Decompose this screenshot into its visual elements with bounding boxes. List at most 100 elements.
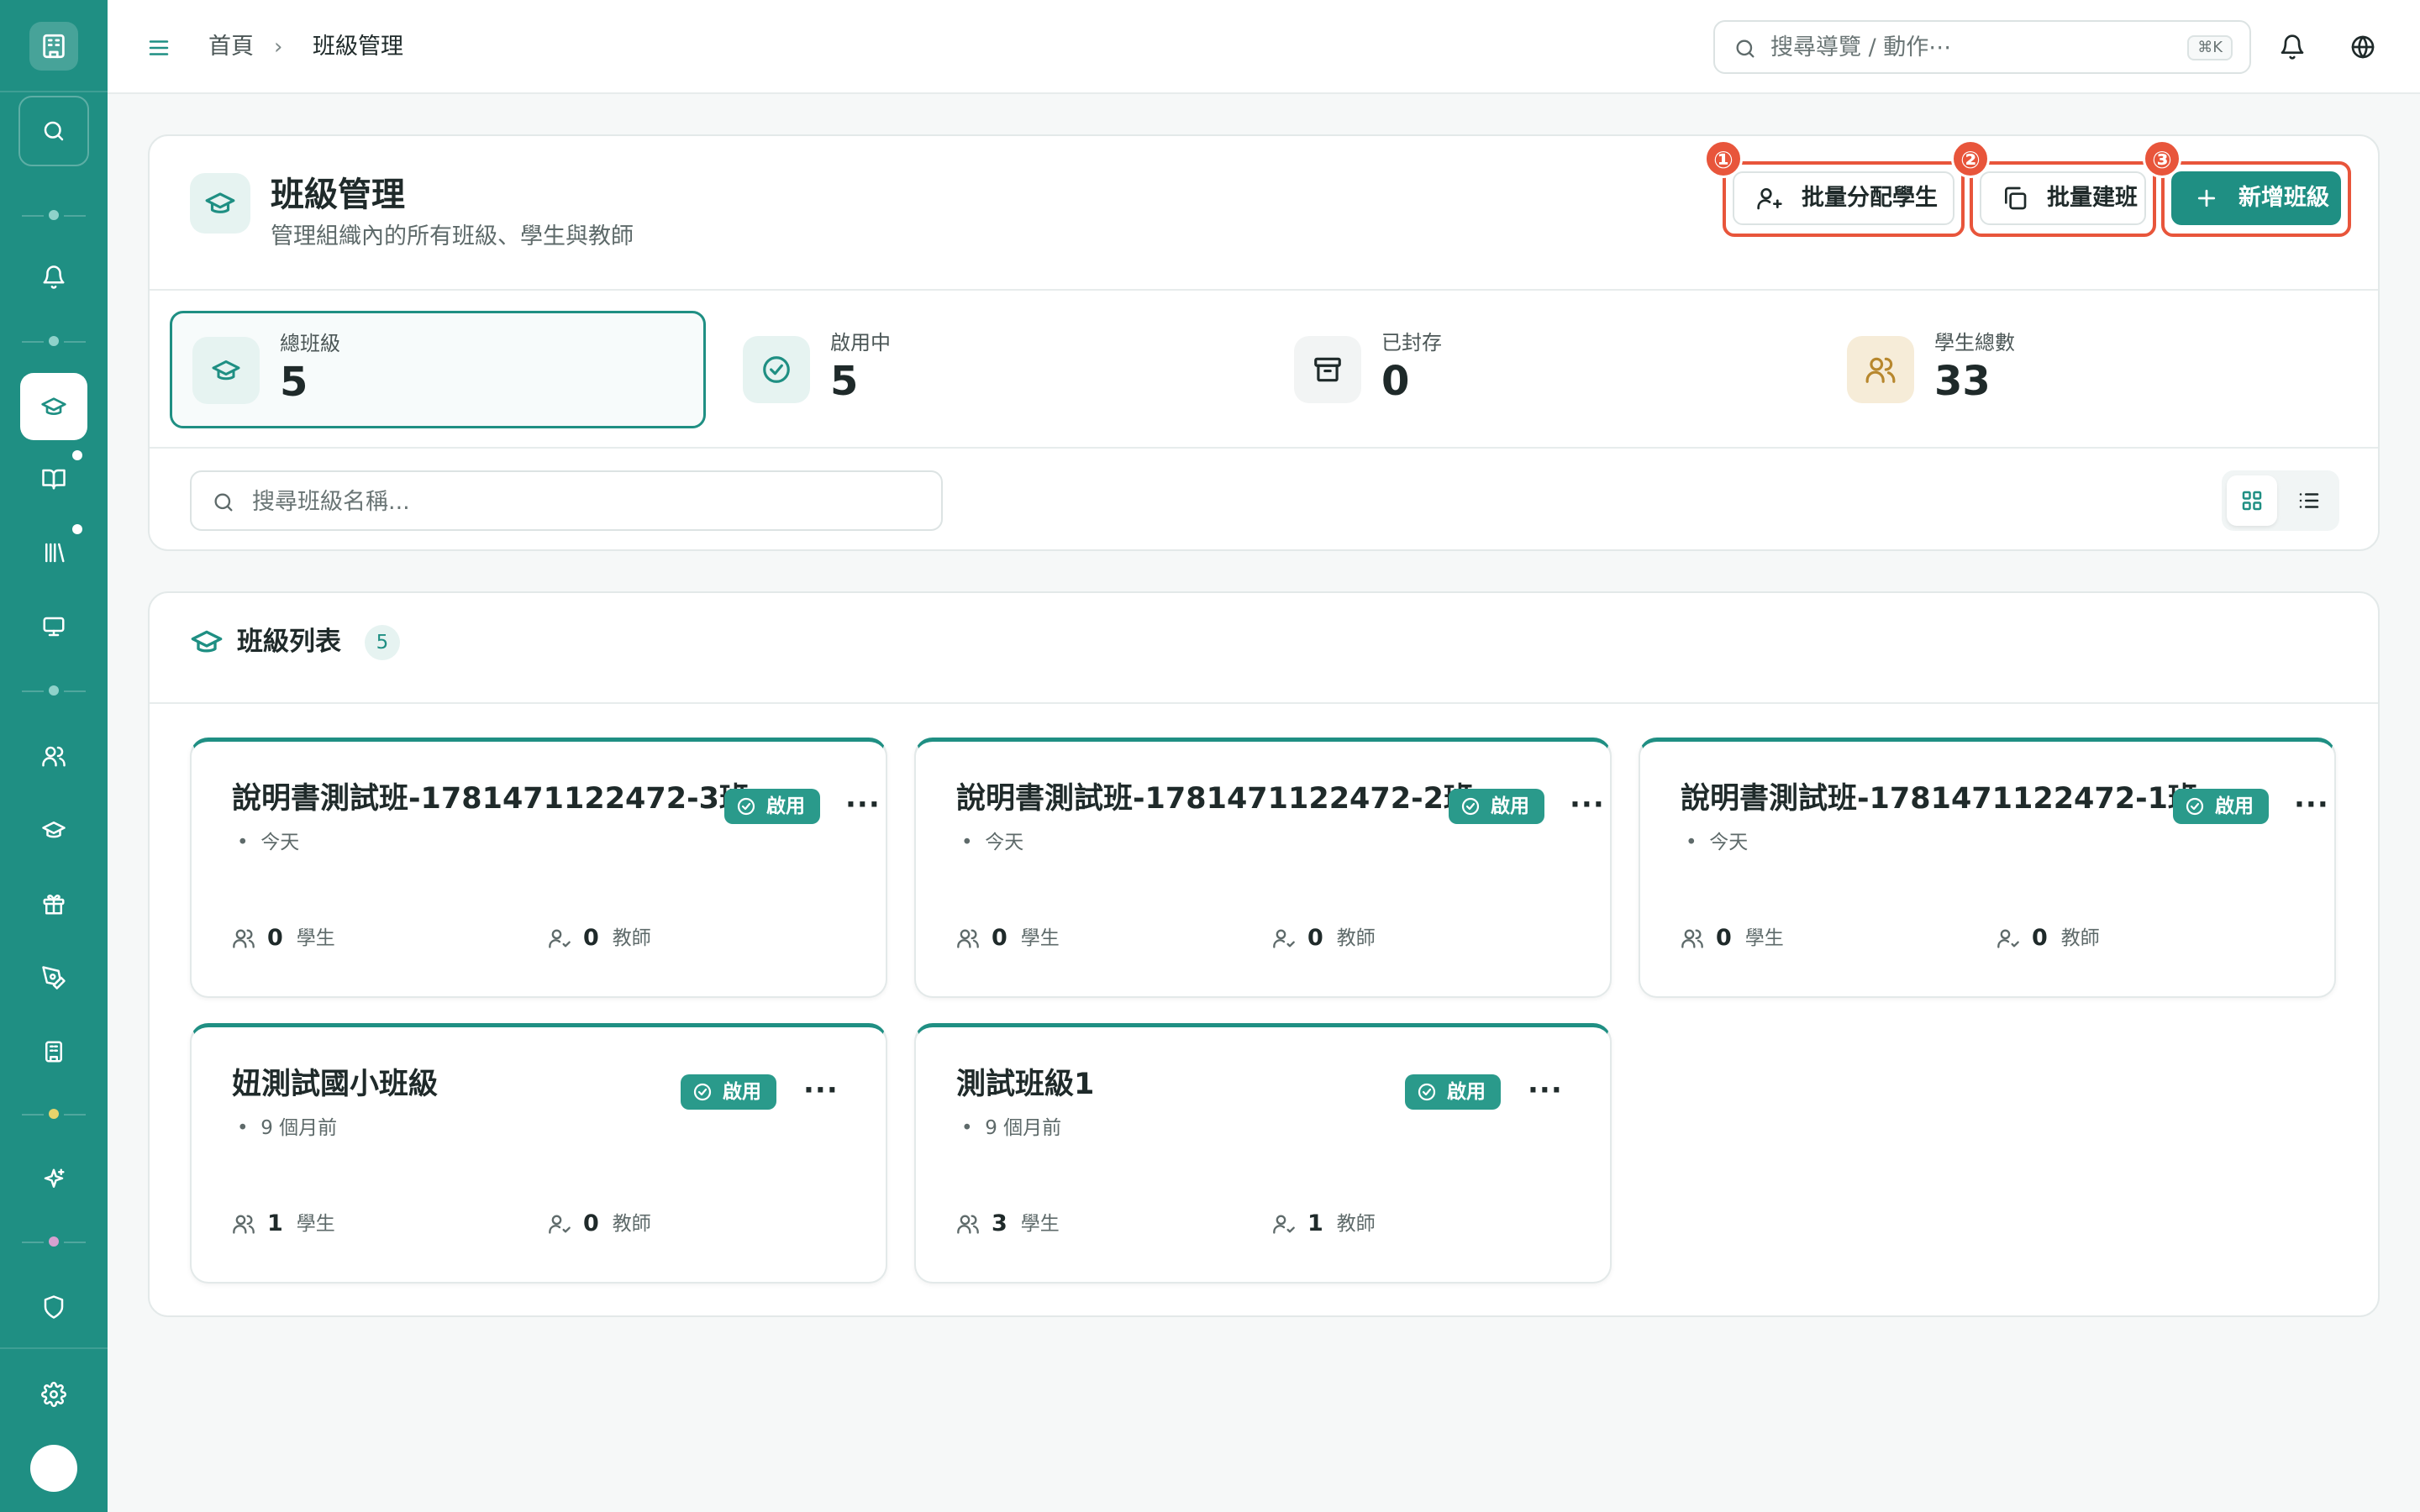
users-icon [1847, 336, 1914, 403]
student-count: 0 學生 [956, 925, 1060, 952]
status-badge-label: 啟用 [1447, 1081, 1486, 1103]
sidebar-item-users[interactable] [20, 722, 87, 790]
sidebar-item-organization[interactable] [20, 1018, 87, 1085]
avatar[interactable] [30, 1445, 77, 1492]
more-options-button[interactable]: ··· [2294, 790, 2329, 819]
sidebar-item-security[interactable] [20, 1273, 87, 1341]
global-search-input[interactable]: 搜尋導覽 / 動作⋯ ⌘K [1713, 20, 2251, 74]
users-icon [233, 929, 255, 948]
more-options-button[interactable]: ··· [1528, 1076, 1563, 1105]
sidebar-group-separator [22, 210, 86, 220]
time-text: 9 個月前 [260, 1117, 338, 1139]
sidebar-search-button[interactable] [18, 96, 89, 166]
class-created-time: • 9 個月前 [961, 1115, 1061, 1142]
status-badge-label: 啟用 [2215, 795, 2254, 817]
hamburger-icon [149, 40, 169, 55]
time-text: 今天 [1709, 832, 1749, 853]
status-badge: 啟用 [681, 1074, 776, 1110]
stat-active-classes[interactable]: 啟用中 5 [721, 311, 1259, 428]
teacher-count: 0 教師 [1996, 925, 2100, 952]
menu-toggle-button[interactable] [145, 34, 173, 62]
sidebar-divider [0, 1347, 108, 1349]
sidebar-item-courses[interactable] [20, 445, 87, 512]
more-options-button[interactable]: ··· [845, 790, 881, 819]
time-bullet: • [237, 1117, 249, 1139]
time-text: 今天 [985, 832, 1024, 853]
stat-total-classes[interactable]: 總班級 5 [170, 311, 706, 428]
user-plus-icon [1757, 188, 1782, 210]
check-circle-icon [1461, 797, 1480, 816]
step-marker-2: ② [1951, 139, 1990, 178]
sidebar-item-classes[interactable] [20, 373, 87, 440]
class-name: 測試班級1 [956, 1068, 1095, 1101]
teacher-count-label: 教師 [612, 1213, 651, 1235]
header-divider [150, 289, 2378, 291]
users-icon [957, 929, 979, 948]
breadcrumb-current: 班級管理 [313, 34, 403, 60]
list-view-button[interactable] [2284, 475, 2334, 526]
more-options-button[interactable]: ··· [1570, 790, 1605, 819]
student-count-label: 學生 [296, 1213, 335, 1235]
more-options-button[interactable]: ··· [803, 1076, 839, 1105]
graduation-cap-icon [42, 822, 66, 838]
class-search-input[interactable]: 搜尋班級名稱... [190, 470, 943, 531]
bell-icon [43, 265, 65, 289]
sidebar-item-rewards[interactable] [20, 870, 87, 937]
class-card[interactable]: 說明書測試班-1781471122472-3班 啟用 ··· • 今天 0 學生… [190, 738, 887, 998]
student-count: 0 學生 [1681, 925, 1784, 952]
status-badge: 啟用 [724, 789, 820, 824]
class-list-title: 班級列表 [237, 627, 341, 657]
language-button[interactable] [2346, 30, 2380, 64]
sparkles-icon [44, 1168, 65, 1188]
class-created-time: • 今天 [1686, 829, 1748, 856]
plus-icon [2197, 189, 2216, 207]
class-name: 說明書測試班-1781471122472-1班 [1681, 782, 2197, 816]
bulk-assign-students-button[interactable]: 批量分配學生 [1733, 171, 1954, 225]
student-count-value: 0 [992, 925, 1007, 951]
stat-archived-classes[interactable]: 已封存 0 [1272, 311, 1810, 428]
check-circle-icon [737, 797, 755, 816]
bulk-create-classes-button[interactable]: 批量建班 [1980, 171, 2146, 225]
search-icon [44, 121, 64, 141]
breadcrumb-home[interactable]: 首頁 [208, 32, 254, 62]
pen-tool-icon [42, 966, 66, 990]
page-title: 班級管理 [271, 176, 405, 214]
sidebar-item-ai[interactable] [20, 1146, 87, 1213]
sidebar-group-separator [22, 1236, 86, 1247]
library-icon [45, 543, 65, 563]
notifications-button[interactable] [2275, 30, 2309, 64]
sidebar-item-library[interactable] [20, 519, 87, 586]
class-card[interactable]: 測試班級1 啟用 ··· • 9 個月前 3 學生 1 教師 [914, 1023, 1612, 1284]
sidebar-item-settings[interactable] [20, 1361, 87, 1428]
student-count: 0 學生 [232, 925, 335, 952]
sidebar-item-monitor[interactable] [20, 593, 87, 660]
sidebar-group-separator [22, 685, 86, 696]
sidebar [0, 0, 108, 1512]
breadcrumb-separator: › [274, 34, 283, 60]
step-marker-3: ③ [2143, 139, 2181, 178]
user-check-icon [1997, 929, 2019, 948]
top-bar: 首頁 › 班級管理 搜尋導覽 / 動作⋯ ⌘K [108, 0, 2420, 94]
sidebar-item-design[interactable] [20, 944, 87, 1011]
stat-value: 0 [1381, 358, 1410, 405]
gift-icon [43, 895, 65, 915]
bulk-assign-students-label: 批量分配學生 [1802, 185, 1938, 211]
grid-view-button[interactable] [2227, 475, 2277, 526]
users-icon [1681, 929, 1703, 948]
class-card[interactable]: 說明書測試班-1781471122472-1班 啟用 ··· • 今天 0 學生… [1639, 738, 2336, 998]
class-card[interactable]: 妞測試國小班級 啟用 ··· • 9 個月前 1 學生 0 教師 [190, 1023, 887, 1284]
org-logo-icon[interactable] [29, 22, 78, 71]
sidebar-item-academic[interactable] [20, 796, 87, 864]
unread-dot [72, 450, 82, 460]
status-badge-label: 啟用 [766, 795, 805, 817]
sidebar-item-notifications[interactable] [20, 244, 87, 311]
status-badge: 啟用 [1405, 1074, 1501, 1110]
class-card[interactable]: 說明書測試班-1781471122472-2班 啟用 ··· • 今天 0 學生… [914, 738, 1612, 998]
stat-total-students[interactable]: 學生總數 33 [1825, 311, 2363, 428]
student-count-value: 0 [267, 925, 283, 951]
unread-dot [72, 524, 82, 534]
add-class-button[interactable]: 新增班級 [2171, 171, 2341, 225]
step-marker-1: ① [1704, 139, 1743, 178]
header-divider [150, 447, 2378, 449]
page-subtitle: 管理組織內的所有班級、學生與教師 [271, 223, 634, 249]
